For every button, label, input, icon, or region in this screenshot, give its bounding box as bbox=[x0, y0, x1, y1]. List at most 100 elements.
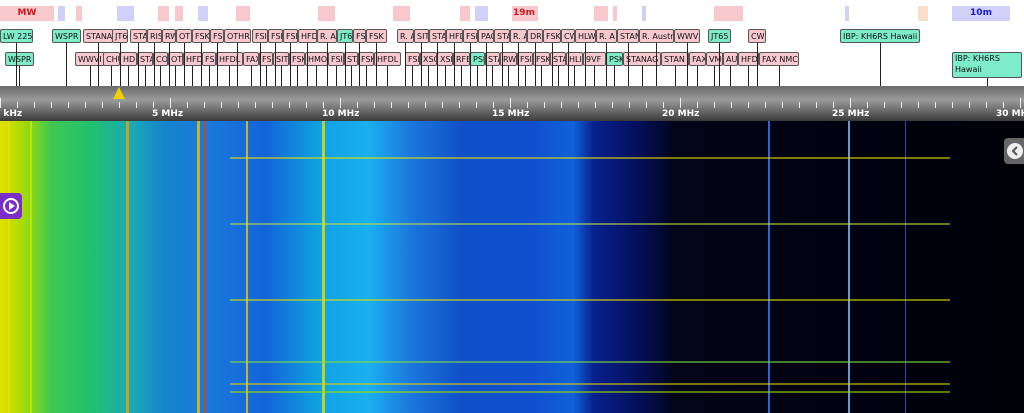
station-label[interactable]: HFD bbox=[446, 29, 463, 43]
band-label[interactable]: 10m bbox=[952, 6, 1010, 21]
station-label[interactable]: STA bbox=[494, 29, 510, 43]
station-label[interactable]: OT bbox=[176, 29, 192, 43]
station-label[interactable]: FSK bbox=[543, 29, 561, 43]
station-label[interactable]: OT bbox=[168, 52, 183, 66]
station-label[interactable]: FSI bbox=[210, 29, 224, 43]
station-label[interactable]: CHU bbox=[103, 52, 120, 66]
band-segment[interactable] bbox=[117, 6, 131, 21]
station-label[interactable]: LW 225 bbox=[0, 29, 33, 43]
band-segment[interactable] bbox=[613, 6, 617, 21]
station-label[interactable]: RIS bbox=[147, 29, 162, 43]
band-segment[interactable] bbox=[198, 6, 208, 21]
station-label[interactable]: HFDL bbox=[374, 52, 401, 66]
station-label[interactable]: FSI bbox=[259, 52, 273, 66]
station-label[interactable]: PSI bbox=[470, 52, 485, 66]
station-label[interactable]: HFD bbox=[298, 29, 317, 43]
band-segment[interactable] bbox=[236, 6, 250, 21]
station-label[interactable]: WWV bbox=[674, 29, 700, 43]
station-label[interactable]: FSI bbox=[353, 29, 366, 43]
station-label[interactable]: CW bbox=[561, 29, 575, 43]
station-label[interactable]: WWVI bbox=[75, 52, 105, 66]
station-label[interactable]: JT6 bbox=[337, 29, 353, 43]
station-label[interactable]: STAN bbox=[661, 52, 689, 66]
station-label[interactable]: WSPR bbox=[52, 29, 81, 43]
station-label[interactable]: XSI bbox=[437, 52, 453, 66]
band-segment[interactable] bbox=[642, 6, 646, 21]
station-label[interactable]: FSI bbox=[463, 29, 478, 43]
band-segment[interactable] bbox=[728, 6, 743, 21]
station-label[interactable]: HD bbox=[120, 52, 137, 66]
station-label[interactable]: STAN bbox=[617, 29, 639, 43]
station-label[interactable]: FSI bbox=[517, 52, 533, 66]
collapse-panel-button[interactable] bbox=[1004, 138, 1024, 164]
station-label[interactable]: XSC bbox=[420, 52, 437, 66]
station-label[interactable]: WSPR bbox=[5, 52, 34, 66]
station-label[interactable]: JT65 bbox=[708, 29, 731, 43]
station-label[interactable]: HFDL bbox=[216, 52, 243, 66]
station-label[interactable]: STA bbox=[344, 52, 358, 66]
band-label[interactable]: 19m bbox=[508, 6, 540, 21]
station-label[interactable]: HLW bbox=[575, 29, 596, 43]
station-label[interactable]: CO bbox=[153, 52, 168, 66]
station-label[interactable]: STA bbox=[429, 29, 446, 43]
station-label[interactable]: DR bbox=[527, 29, 543, 43]
band-segment[interactable] bbox=[845, 6, 849, 21]
station-label[interactable]: PAG bbox=[478, 29, 494, 43]
station-label[interactable]: HFD bbox=[183, 52, 202, 66]
station-label[interactable]: PSK bbox=[606, 52, 623, 66]
station-label[interactable]: FSI bbox=[202, 52, 216, 66]
station-label[interactable]: IBP: KH6RS Hawaii bbox=[840, 29, 920, 43]
band-segment[interactable] bbox=[158, 6, 169, 21]
station-label[interactable]: FSI bbox=[252, 29, 268, 43]
station-label[interactable]: R. A bbox=[317, 29, 337, 43]
station-label[interactable]: SIT bbox=[414, 29, 429, 43]
station-label[interactable]: RW bbox=[162, 29, 176, 43]
station-label[interactable]: STA bbox=[137, 52, 153, 66]
band-segment[interactable] bbox=[393, 6, 410, 21]
band-segment[interactable] bbox=[58, 6, 65, 21]
frequency-scale[interactable]: 0 kHz 5 MHz 10 MHz 15 MHz 20 MHz 25 MHz 30 MHz bbox=[0, 86, 1024, 121]
station-label[interactable]: STANA bbox=[83, 29, 113, 43]
band-segment[interactable] bbox=[594, 6, 608, 21]
band-segment[interactable] bbox=[714, 6, 728, 21]
band-segment[interactable] bbox=[76, 6, 82, 21]
station-label[interactable]: CW bbox=[748, 29, 766, 43]
scale-tick bbox=[153, 102, 154, 108]
station-label[interactable]: AU bbox=[723, 52, 738, 66]
station-label[interactable]: JT6 bbox=[112, 29, 128, 43]
station-label[interactable]: STA bbox=[130, 29, 147, 43]
band-segment[interactable] bbox=[475, 6, 488, 21]
band-segment[interactable] bbox=[175, 6, 183, 21]
station-label[interactable]: R. A bbox=[397, 29, 414, 43]
station-label[interactable]: R. A bbox=[596, 29, 617, 43]
station-label[interactable]: IBP: KH6RS Hawaii bbox=[952, 52, 1022, 78]
station-label[interactable]: R. Austr bbox=[639, 29, 674, 43]
station-label[interactable]: 9VF bbox=[583, 52, 606, 66]
station-label[interactable]: VMC bbox=[706, 52, 723, 66]
station-label[interactable]: FSK bbox=[405, 52, 420, 66]
band-label[interactable]: MW bbox=[0, 6, 54, 21]
station-label[interactable]: FSI bbox=[328, 52, 344, 66]
band-segment[interactable] bbox=[131, 6, 134, 21]
station-label[interactable]: OTHR bbox=[224, 29, 251, 43]
band-segment[interactable] bbox=[460, 6, 470, 21]
waterfall-display[interactable] bbox=[0, 121, 1024, 413]
play-button[interactable] bbox=[0, 193, 22, 219]
station-label[interactable]: FAX NMC bbox=[759, 52, 799, 66]
station-label[interactable]: STA bbox=[485, 52, 500, 66]
station-label[interactable]: FSK bbox=[358, 52, 374, 66]
station-label[interactable]: FSK bbox=[289, 52, 305, 66]
station-label[interactable]: FSK bbox=[283, 29, 298, 43]
station-label[interactable]: HMO bbox=[305, 52, 328, 66]
band-segment[interactable] bbox=[318, 6, 335, 21]
station-label[interactable]: FAX bbox=[689, 52, 706, 66]
band-segment[interactable] bbox=[918, 6, 928, 21]
station-label[interactable]: FSK bbox=[192, 29, 210, 43]
station-label[interactable]: FAX bbox=[243, 52, 259, 66]
station-label[interactable]: FSK bbox=[366, 29, 387, 43]
station-label[interactable]: FSK bbox=[268, 29, 283, 43]
station-label[interactable]: HFD bbox=[738, 52, 759, 66]
tuning-marker-icon[interactable] bbox=[112, 86, 126, 100]
station-label[interactable]: RFB bbox=[453, 52, 470, 66]
station-label[interactable]: R. A bbox=[510, 29, 527, 43]
